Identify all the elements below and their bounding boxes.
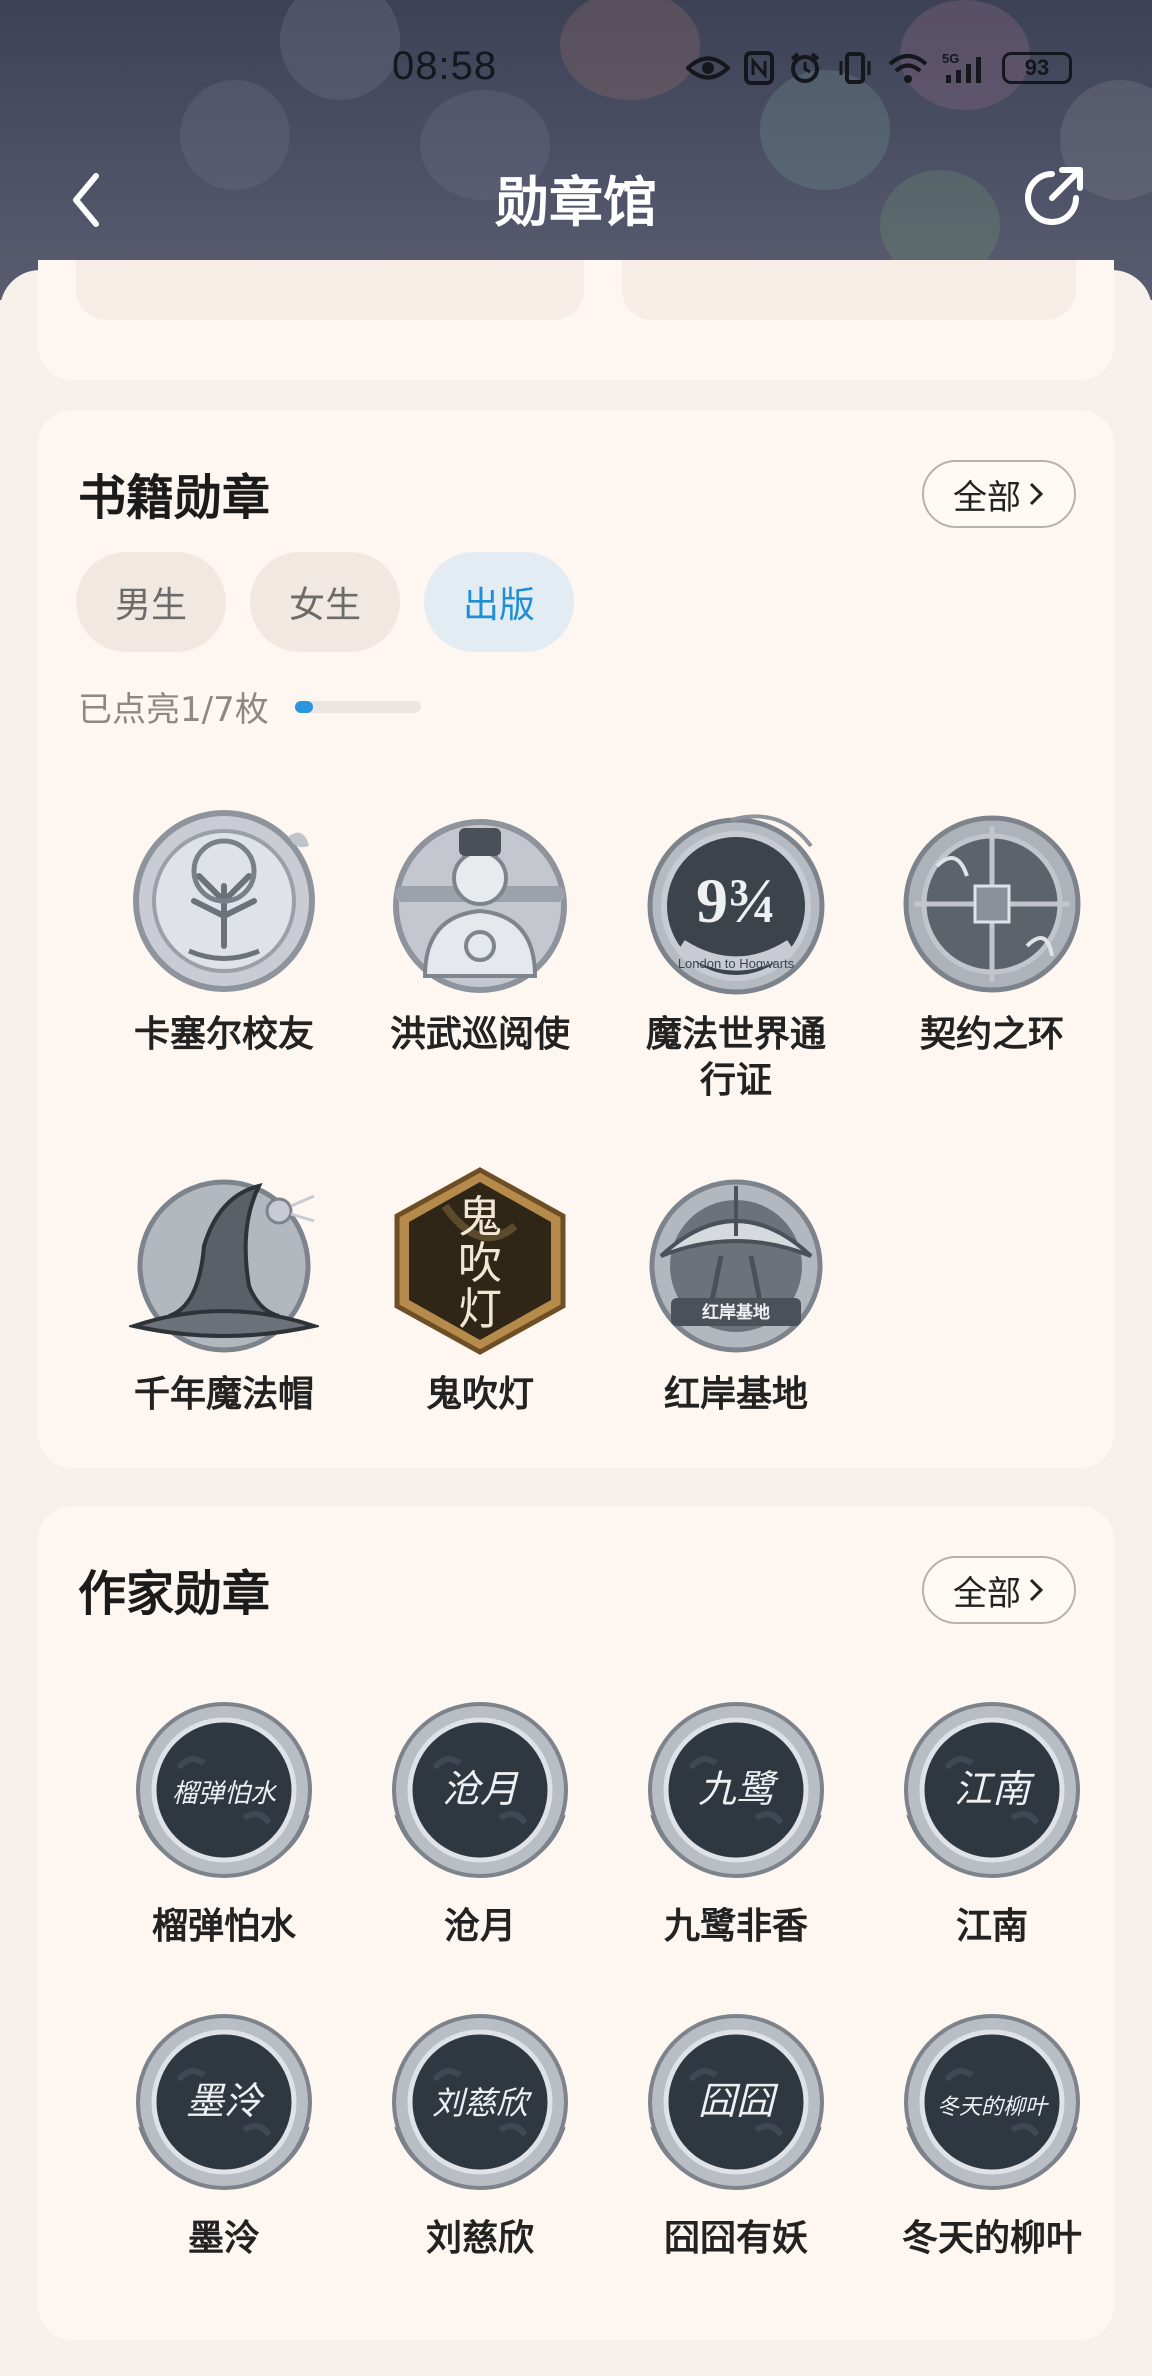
chevron-right-icon [1029, 1578, 1044, 1602]
vibrate-icon [839, 52, 871, 84]
tab-publishing[interactable]: 出版 [424, 552, 574, 652]
signature-text: 刘慈欣 [432, 2084, 533, 2122]
author-badge-item[interactable]: 沧月 沧月 [352, 1698, 608, 1950]
signature-badge-icon: 墨泠 [136, 2014, 312, 2190]
author-badge-item[interactable]: 冬天的柳叶 冬天的柳叶 [864, 2010, 1120, 2262]
tree-badge-icon [133, 810, 315, 992]
badge-item[interactable]: 洪武巡阅使 [352, 806, 608, 1058]
badge-label: 冬天的柳叶 [901, 2218, 1082, 2259]
dish-badge-icon: 红岸基地 [649, 1179, 823, 1353]
signature-text: 墨泠 [186, 2079, 265, 2123]
eye-icon [686, 56, 730, 80]
svg-text:9¾: 9¾ [696, 865, 776, 936]
wifi-icon [888, 54, 928, 83]
badge-label: 囧囧有妖 [663, 2218, 808, 2259]
badge-label: 江南 [955, 1906, 1028, 1947]
battery-indicator: 93 [1002, 52, 1072, 84]
section-title: 作家勋章 [78, 1566, 271, 1622]
badge-label: 榴弹怕水 [151, 1906, 296, 1947]
signature-badge-icon: 榴弹怕水 [136, 1702, 312, 1878]
badge-label: 红岸基地 [663, 1374, 808, 1415]
signal-5g-icon: 5G [942, 51, 981, 83]
author-badge-item[interactable]: 江南 江南 [864, 1698, 1120, 1950]
badge-item[interactable]: 9¾ London to Hogwarts 魔法世界通行证 [608, 806, 864, 1104]
badge-item[interactable]: 千年魔法帽 [96, 1166, 352, 1418]
emblem-text: London to Hogwarts [678, 956, 795, 971]
svg-text:5G: 5G [942, 51, 959, 66]
emblem-text: 灯 [458, 1284, 502, 1335]
page-title: 勋章馆 [495, 171, 657, 234]
badge-item[interactable]: 红岸基地 红岸基地 [608, 1166, 864, 1418]
official-badge-icon [393, 819, 567, 993]
badge-label: 卡塞尔校友 [133, 1014, 314, 1055]
author-badge-item[interactable]: 刘慈欣 刘慈欣 [352, 2010, 608, 2262]
signature-badge-icon: 囧囧 [648, 2014, 824, 2190]
progress-bar [294, 700, 421, 713]
badge-label: 千年魔法帽 [133, 1374, 314, 1415]
previous-card-tab[interactable] [76, 260, 584, 320]
content-sheet: 书籍勋章 全部 男生 女生 出版 已点亮1/7枚 卡塞尔校友 洪武巡阅使 9¾ … [0, 260, 1152, 2376]
progress-text: 已点亮1/7枚 [78, 690, 269, 730]
signature-badge-icon: 九鹭 [648, 1702, 824, 1878]
signature-text: 冬天的柳叶 [937, 2095, 1049, 2120]
badge-label: 契约之环 [919, 1014, 1064, 1055]
badge-label: 洪武巡阅使 [389, 1014, 570, 1055]
signature-text: 榴弹怕水 [172, 1779, 277, 1809]
author-badge-item[interactable]: 囧囧 囧囧有妖 [608, 2010, 864, 2262]
badge-label: 魔法世界通行证 [645, 1014, 826, 1101]
signature-text: 沧月 [442, 1767, 519, 1811]
share-button[interactable] [1018, 162, 1088, 232]
badge-label: 九鹭非香 [663, 1906, 808, 1947]
view-all-button[interactable]: 全部 [922, 1556, 1076, 1624]
badge-item[interactable]: 契约之环 [864, 806, 1120, 1058]
signature-text: 囧囧 [698, 2079, 779, 2123]
previous-card-tab[interactable] [622, 260, 1076, 320]
emblem-text: 鬼 [458, 1192, 502, 1243]
author-badges-card: 作家勋章 全部 榴弹怕水 榴弹怕水 沧月 沧月 九鹭 九鹭非香 江南 江南 墨泠 墨泠 刘慈欣 刘慈欣… [38, 1506, 1114, 2340]
author-badge-item[interactable]: 九鹭 九鹭非香 [608, 1698, 864, 1950]
badge-item[interactable]: 卡塞尔校友 [96, 806, 352, 1058]
signature-text: 江南 [954, 1767, 1035, 1811]
emblem-text: 吹 [458, 1238, 502, 1289]
emblem-text: 红岸基地 [702, 1302, 770, 1323]
hat-badge-icon [129, 1179, 319, 1353]
signature-badge-icon: 冬天的柳叶 [904, 2014, 1080, 2190]
platform-badge-icon: 9¾ London to Hogwarts [647, 814, 825, 995]
status-bar: 08:58 5G 93 [0, 38, 1152, 98]
view-all-label: 全部 [953, 477, 1021, 518]
previous-card [38, 260, 1114, 380]
status-icons: 5G 93 [686, 48, 1072, 88]
badge-label: 墨泠 [187, 2218, 260, 2259]
tab-female[interactable]: 女生 [250, 552, 400, 652]
progress-fill [294, 700, 313, 713]
nfc-icon [744, 51, 774, 85]
signature-badge-icon: 刘慈欣 [392, 2014, 568, 2190]
view-all-button[interactable]: 全部 [922, 460, 1076, 528]
section-title: 书籍勋章 [78, 470, 271, 526]
author-badge-item[interactable]: 墨泠 墨泠 [96, 2010, 352, 2262]
alarm-icon [790, 52, 820, 83]
chevron-right-icon [1029, 482, 1044, 506]
signature-text: 九鹭 [698, 1767, 779, 1811]
badge-item[interactable]: 鬼 吹 灯 鬼吹灯 [352, 1166, 608, 1418]
category-tabs: 男生 女生 出版 [76, 552, 574, 652]
status-time: 08:58 [392, 44, 498, 88]
signature-badge-icon: 沧月 [392, 1702, 568, 1878]
badge-progress: 已点亮1/7枚 [78, 682, 421, 731]
badge-label: 沧月 [443, 1906, 516, 1947]
tab-male[interactable]: 男生 [76, 552, 226, 652]
view-all-label: 全部 [953, 1573, 1021, 1614]
author-badge-item[interactable]: 榴弹怕水 榴弹怕水 [96, 1698, 352, 1950]
ring-badge-icon [903, 815, 1081, 993]
header: 08:58 5G 93 勋章馆 [0, 0, 1152, 300]
badge-label: 鬼吹灯 [425, 1374, 534, 1415]
badge-label: 刘慈欣 [425, 2218, 534, 2259]
signature-badge-icon: 江南 [904, 1702, 1080, 1878]
lamp-badge-icon: 鬼 吹 灯 [394, 1167, 566, 1355]
share-icon [1025, 167, 1083, 225]
navigation-bar: 勋章馆 [0, 150, 1152, 240]
book-badges-card: 书籍勋章 全部 男生 女生 出版 已点亮1/7枚 卡塞尔校友 洪武巡阅使 9¾ … [38, 410, 1114, 1468]
